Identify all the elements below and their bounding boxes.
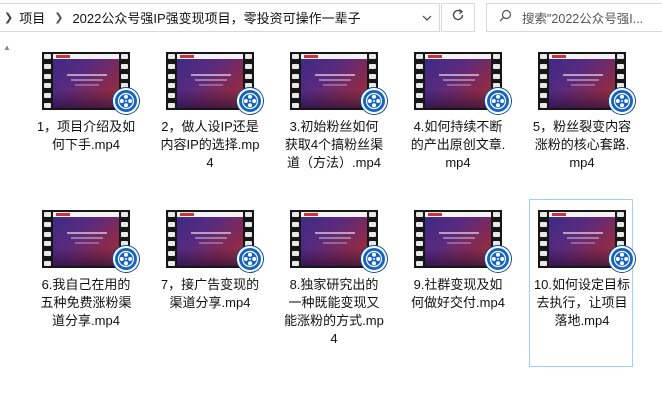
chevron-right-icon[interactable]: ❯ xyxy=(54,11,63,24)
search-placeholder: 搜索"2022公众号强I... xyxy=(522,12,644,26)
refresh-button[interactable] xyxy=(441,3,475,32)
video-thumbnail xyxy=(538,210,635,272)
file-name: 1，项目介绍及如何下手.mp4 xyxy=(36,119,136,152)
video-player-badge-icon xyxy=(609,88,635,114)
file-name: 9.社群变现及如何做好交付.mp4 xyxy=(411,277,505,310)
file-item[interactable]: 1，项目介绍及如何下手.mp4 xyxy=(33,41,139,209)
file-item[interactable]: 7，接广告变现的渠道分享.mp4 xyxy=(157,199,263,367)
video-player-badge-icon xyxy=(237,246,263,272)
file-item[interactable]: 4.如何持续不断的产出原创文章.mp4 xyxy=(405,41,511,209)
file-name: 2，做人设IP还是内容IP的选择.mp4 xyxy=(160,119,260,170)
chevron-down-icon[interactable] xyxy=(421,11,433,25)
video-thumbnail xyxy=(166,210,263,272)
file-name: 3.初始粉丝如何获取4个搞粉丝渠道（方法）.mp4 xyxy=(284,119,384,170)
address-bar[interactable]: ❯ 项目 ❯ 2022公众号强IP强变现项目，零投资可操作一辈子 xyxy=(0,3,440,32)
video-player-badge-icon xyxy=(361,88,387,114)
video-player-badge-icon xyxy=(485,246,511,272)
video-thumbnail xyxy=(414,210,511,272)
video-player-badge-icon xyxy=(113,246,139,272)
file-name: 6.我自己在用的五种免费涨粉渠道分享.mp4 xyxy=(40,277,132,328)
breadcrumb-item-current-folder[interactable]: 2022公众号强IP强变现项目，零投资可操作一辈子 xyxy=(72,8,360,27)
file-name: 10.如何设定目标去执行，让项目落地.mp4 xyxy=(533,277,631,328)
chevron-right-icon[interactable]: ❯ xyxy=(4,11,13,24)
file-item[interactable]: 6.我自己在用的五种免费涨粉渠道分享.mp4 xyxy=(33,199,139,367)
file-item[interactable]: 2，做人设IP还是内容IP的选择.mp4 xyxy=(157,41,263,209)
file-item[interactable]: 10.如何设定目标去执行，让项目落地.mp4 xyxy=(529,199,635,367)
file-name: 8.独家研究出的一种既能变现又能涨粉的方式.mp4 xyxy=(284,277,384,346)
file-item[interactable]: 9.社群变现及如何做好交付.mp4 xyxy=(405,199,511,367)
video-player-badge-icon xyxy=(485,88,511,114)
address-bar-area: ❯ 项目 ❯ 2022公众号强IP强变现项目，零投资可操作一辈子 搜索"2022… xyxy=(0,0,662,36)
file-item[interactable]: 8.独家研究出的一种既能变现又能涨粉的方式.mp4 xyxy=(281,199,387,367)
video-thumbnail xyxy=(538,52,635,114)
file-item[interactable]: 5，粉丝裂变内容涨粉的核心套路.mp4 xyxy=(529,41,635,209)
file-list-area[interactable]: ▲ 1，项目介绍及如何下手.mp4 2，做人设IP还是内容IP的选择.mp4 3.初… xyxy=(0,36,662,413)
search-input[interactable]: 搜索"2022公众号强I... xyxy=(486,3,662,32)
file-name: 4.如何持续不断的产出原创文章.mp4 xyxy=(410,119,506,170)
file-item[interactable]: 3.初始粉丝如何获取4个搞粉丝渠道（方法）.mp4 xyxy=(281,41,387,209)
video-thumbnail xyxy=(166,52,263,114)
file-name: 5，粉丝裂变内容涨粉的核心套路.mp4 xyxy=(532,119,632,170)
video-player-badge-icon xyxy=(237,88,263,114)
video-player-badge-icon xyxy=(609,246,635,272)
refresh-icon xyxy=(451,8,465,27)
video-thumbnail xyxy=(290,210,387,272)
breadcrumb-item-project[interactable]: 项目 xyxy=(19,8,45,27)
video-thumbnail xyxy=(42,210,139,272)
video-thumbnail xyxy=(290,52,387,114)
file-name: 7，接广告变现的渠道分享.mp4 xyxy=(160,277,260,310)
scroll-up-icon[interactable]: ▲ xyxy=(3,43,11,52)
search-icon xyxy=(499,9,512,27)
video-thumbnail xyxy=(42,52,139,114)
video-thumbnail xyxy=(414,52,511,114)
video-player-badge-icon xyxy=(113,88,139,114)
video-player-badge-icon xyxy=(361,246,387,272)
